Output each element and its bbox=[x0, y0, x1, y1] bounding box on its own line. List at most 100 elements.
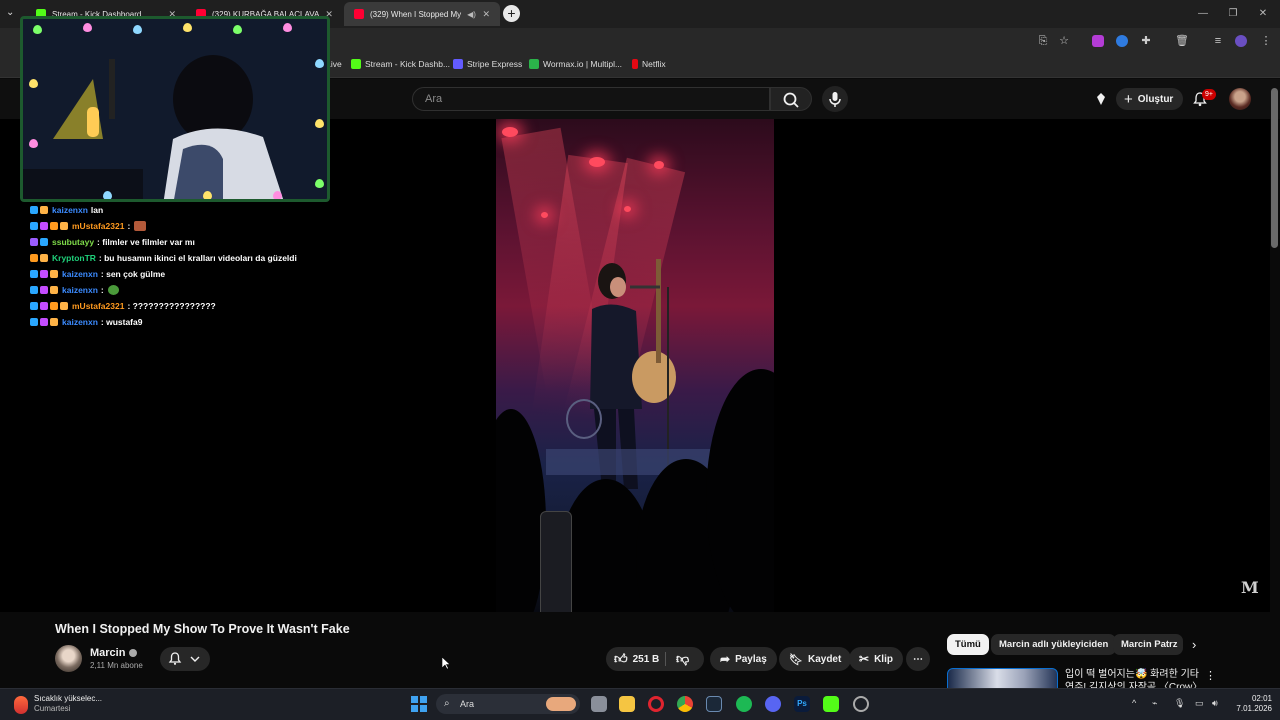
tab-current-video[interactable]: (329) When I Stopped My ◀) ✕ bbox=[344, 2, 500, 26]
clock-time: 02:01 bbox=[1251, 694, 1272, 703]
more-icon: ⋯ bbox=[913, 653, 923, 665]
more-actions-button[interactable]: ⋯ bbox=[906, 647, 930, 671]
chat-message: ssubutayy : filmler ve filmler var mı bbox=[30, 234, 330, 250]
close-window-icon[interactable]: ✕ bbox=[1248, 0, 1278, 28]
trash-icon[interactable]: 🗑 bbox=[1175, 34, 1189, 48]
dislike-button[interactable]: 👎︎ bbox=[668, 647, 697, 671]
chat-message: kaizenxn : wustafa9 bbox=[30, 314, 330, 330]
chat-username[interactable]: KryptonTR bbox=[52, 253, 96, 263]
weather-widget[interactable]: Sıcaklık yükselec... Cumartesi bbox=[14, 694, 102, 714]
create-button[interactable]: + Oluştur bbox=[1116, 88, 1184, 110]
extension-icon[interactable] bbox=[1092, 35, 1104, 47]
voice-search-button[interactable] bbox=[822, 86, 848, 112]
chat-username[interactable]: mUstafa2321 bbox=[72, 221, 124, 231]
christmas-light bbox=[29, 79, 38, 88]
task-view-icon[interactable] bbox=[591, 696, 607, 712]
chat-username[interactable]: kaizenxn bbox=[62, 285, 98, 295]
christmas-light bbox=[29, 139, 38, 148]
taskbar-clock[interactable]: 02:01 7.01.2026 bbox=[1232, 694, 1272, 714]
restore-icon[interactable]: ❐ bbox=[1218, 0, 1248, 28]
chip-related[interactable]: Marcin Patrz bbox=[1113, 634, 1183, 655]
create-label: Oluştur bbox=[1137, 93, 1174, 105]
network-off-icon[interactable]: ⌁ bbox=[1152, 698, 1157, 709]
share-label: Paylaş bbox=[735, 653, 767, 665]
media-control-icon[interactable]: ≡ bbox=[1211, 34, 1225, 48]
opera-icon[interactable] bbox=[648, 696, 664, 712]
steam-icon[interactable] bbox=[706, 696, 722, 712]
install-app-icon[interactable]: ⎘ bbox=[1036, 34, 1050, 48]
obs-icon[interactable] bbox=[853, 696, 869, 712]
file-explorer-icon[interactable] bbox=[619, 696, 635, 712]
save-button[interactable]: 🔖︎ Kaydet bbox=[779, 647, 852, 671]
stage-spotlight bbox=[541, 212, 548, 218]
spotify-icon[interactable] bbox=[736, 696, 752, 712]
chat-badges bbox=[30, 206, 48, 214]
chip-all[interactable]: Tümü bbox=[947, 634, 989, 655]
stripe-icon bbox=[453, 59, 463, 69]
photoshop-icon[interactable]: Ps bbox=[794, 696, 810, 712]
extension-icon[interactable] bbox=[1116, 35, 1128, 47]
bookmark-icon: 🔖︎ bbox=[789, 653, 803, 666]
search-icon: ⌕ bbox=[444, 698, 450, 709]
christmas-light bbox=[33, 25, 42, 34]
tab-search-chevron-icon[interactable]: ⌄ bbox=[6, 7, 14, 18]
chat-username[interactable]: kaizenxn bbox=[52, 205, 88, 215]
clip-button[interactable]: ✂ Klip bbox=[849, 647, 903, 671]
kick-app-icon[interactable] bbox=[823, 696, 839, 712]
windows-start-icon[interactable] bbox=[411, 696, 427, 712]
youtube-favicon-icon bbox=[354, 9, 364, 19]
dashboard-icon[interactable] bbox=[1093, 91, 1109, 107]
browser-menu-icon[interactable]: ⋮ bbox=[1259, 34, 1273, 48]
extensions-puzzle-icon[interactable]: ✚ bbox=[1139, 34, 1153, 48]
new-tab-button[interactable]: + bbox=[503, 5, 520, 22]
stage-spotlight bbox=[502, 127, 518, 137]
weather-title: Sıcaklık yükselec... bbox=[34, 694, 103, 703]
bookmark-star-icon[interactable]: ☆ bbox=[1057, 34, 1071, 48]
microphone-tray-icon[interactable]: 🎙︎ bbox=[1174, 698, 1185, 709]
chip-from-uploader[interactable]: Marcin adlı yükleyiciden bbox=[991, 634, 1117, 655]
chat-username[interactable]: kaizenxn bbox=[62, 317, 98, 327]
chat-message: KryptonTR : bu husamın ikinci el krallar… bbox=[30, 250, 330, 266]
taskbar-search-box[interactable]: ⌕ Ara bbox=[436, 694, 580, 714]
bookmark-stripe[interactable]: Stripe Express bbox=[453, 59, 522, 69]
volume-icon[interactable]: 🔊︎ bbox=[1212, 698, 1218, 709]
subscription-bell-button[interactable] bbox=[160, 647, 210, 671]
channel-avatar[interactable] bbox=[55, 645, 82, 672]
webcam-scene bbox=[23, 19, 327, 199]
plus-icon: + bbox=[1124, 90, 1133, 108]
bookmark-label: Netflix bbox=[642, 59, 666, 69]
page-scrollbar[interactable] bbox=[1271, 88, 1278, 248]
tab-title: (329) When I Stopped My bbox=[370, 9, 462, 19]
search-button[interactable] bbox=[770, 87, 812, 111]
like-button[interactable]: 👍︎ 251 B bbox=[606, 647, 667, 671]
chat-username[interactable]: kaizenxn bbox=[62, 269, 98, 279]
channel-name[interactable]: Marcin bbox=[90, 647, 138, 659]
account-avatar[interactable] bbox=[1229, 88, 1251, 110]
chat-username[interactable]: mUstafa2321 bbox=[72, 301, 124, 311]
tab-close-icon[interactable]: ✕ bbox=[482, 9, 490, 20]
notification-count-badge: 9+ bbox=[1202, 89, 1216, 100]
channel-watermark[interactable]: M bbox=[1241, 578, 1259, 597]
search-input[interactable]: Ara bbox=[412, 87, 770, 111]
chat-username[interactable]: ssubutayy bbox=[52, 237, 94, 247]
discord-icon[interactable] bbox=[765, 696, 781, 712]
recommendation-menu-icon[interactable]: ⋮ bbox=[1205, 669, 1216, 682]
video-frame[interactable] bbox=[496, 119, 774, 612]
bookmark-netflix[interactable]: Netflix bbox=[632, 59, 666, 69]
chrome-icon[interactable] bbox=[677, 696, 693, 712]
bell-chevron-icon bbox=[168, 652, 200, 665]
profile-icon[interactable] bbox=[1235, 35, 1247, 47]
share-button[interactable]: ➦ Paylaş bbox=[710, 647, 777, 671]
microphone-icon bbox=[829, 92, 841, 107]
chat-message: mUstafa2321 : ???????????????? bbox=[30, 298, 330, 314]
tab-audio-icon[interactable]: ◀) bbox=[467, 10, 476, 19]
chat-text: : bbox=[100, 285, 104, 295]
minimize-icon[interactable]: — bbox=[1188, 0, 1218, 28]
chips-next-chevron-icon[interactable]: › bbox=[1192, 637, 1196, 652]
display-icon[interactable]: ▭ bbox=[1195, 698, 1204, 709]
taskbar-search-label: Ara bbox=[460, 699, 475, 709]
tray-overflow-icon[interactable]: ^ bbox=[1132, 698, 1136, 708]
bookmark-kick[interactable]: Stream - Kick Dashb... bbox=[351, 59, 450, 69]
bookmark-wormax[interactable]: Wormax.io | Multipl... bbox=[529, 59, 622, 69]
christmas-light bbox=[203, 191, 212, 199]
